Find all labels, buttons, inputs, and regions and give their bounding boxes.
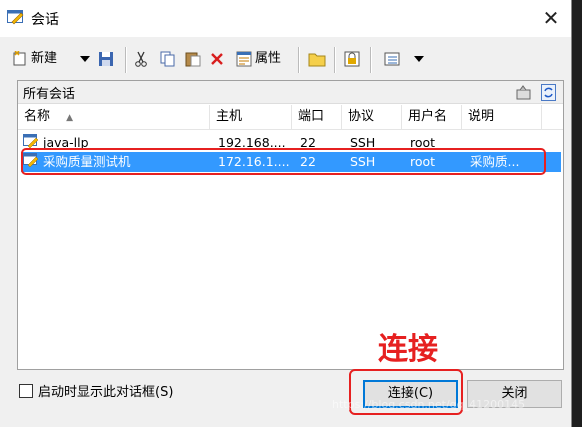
toolbar: 新建 属性	[10, 43, 563, 75]
dropdown-arrow-icon[interactable]	[414, 47, 424, 71]
toolbar-divider	[298, 47, 300, 73]
title-bar: 会话 ✕	[0, 0, 571, 37]
column-label: 端口	[298, 109, 325, 124]
save-icon[interactable]	[98, 47, 114, 71]
column-header-host[interactable]: 主机	[210, 105, 292, 129]
toolbar-divider	[370, 47, 372, 73]
properties-icon	[236, 51, 252, 67]
column-label: 用户名	[408, 109, 448, 124]
toolbar-divider	[334, 47, 336, 73]
column-header-user[interactable]: 用户名	[402, 105, 462, 129]
window-title: 会话	[31, 12, 59, 28]
column-header-port[interactable]: 端口	[292, 105, 342, 129]
view-icon[interactable]	[384, 47, 400, 71]
column-header-protocol[interactable]: 协议	[342, 105, 402, 129]
properties-button[interactable]: 属性	[236, 47, 281, 71]
column-label: 协议	[348, 109, 375, 124]
row-highlight-annotation	[21, 148, 546, 175]
new-button-label: 新建	[31, 51, 58, 66]
show-on-startup-option[interactable]: 启动时显示此对话框(S)	[19, 381, 173, 400]
sessions-dialog: 会话 ✕ 新建 属性 所有会话 名称 ▲ 主机 端口 协议 用户名 说明 jav…	[0, 0, 572, 427]
refresh-icon[interactable]	[541, 84, 558, 101]
cut-icon[interactable]	[134, 47, 148, 71]
column-header-row: 名称 ▲ 主机 端口 协议 用户名 说明	[18, 105, 563, 130]
sessions-panel: 所有会话 名称 ▲ 主机 端口 协议 用户名 说明 java-llp 192.1…	[17, 80, 564, 370]
annotation-label: 连接	[378, 332, 438, 367]
close-icon[interactable]: ✕	[538, 4, 564, 32]
lock-icon[interactable]	[344, 47, 360, 71]
delete-icon[interactable]	[210, 47, 224, 71]
paste-icon[interactable]	[185, 47, 201, 71]
session-folder-icon[interactable]	[515, 84, 532, 101]
column-header-name[interactable]: 名称 ▲	[18, 105, 210, 129]
column-label: 名称	[24, 109, 51, 124]
panel-header: 所有会话	[18, 81, 563, 104]
copy-icon[interactable]	[160, 47, 176, 71]
folder-icon[interactable]	[308, 47, 326, 71]
properties-label: 属性	[255, 51, 282, 66]
background-strip	[572, 0, 582, 427]
new-button[interactable]: 新建	[12, 47, 57, 71]
column-header-note[interactable]: 说明	[462, 105, 542, 129]
toolbar-divider	[125, 47, 127, 73]
dropdown-arrow-icon[interactable]	[80, 47, 90, 71]
show-on-startup-label: 启动时显示此对话框(S)	[38, 385, 174, 400]
new-session-icon	[12, 51, 28, 67]
app-icon	[7, 9, 25, 25]
sort-ascending-icon: ▲	[66, 113, 74, 123]
panel-title: 所有会话	[23, 87, 76, 102]
show-on-startup-checkbox[interactable]	[19, 383, 33, 398]
watermark: https://blog.csdn.net/qq_41200145	[332, 398, 526, 411]
column-label: 说明	[468, 109, 495, 124]
column-label: 主机	[216, 109, 243, 124]
